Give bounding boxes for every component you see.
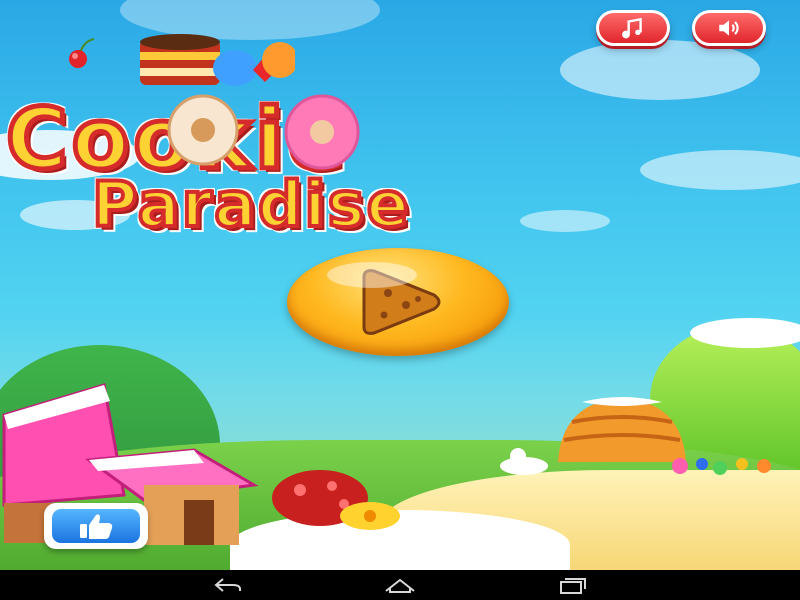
like-button[interactable]: [44, 503, 148, 549]
candy-balls: [672, 458, 771, 475]
cake-slice-icon: [140, 34, 295, 86]
back-button[interactable]: [208, 574, 248, 596]
recent-apps-button[interactable]: [552, 574, 592, 596]
like-button-face: [52, 509, 140, 543]
snowman-icon: [500, 448, 548, 475]
play-button[interactable]: [287, 248, 509, 356]
recent-apps-icon: [560, 578, 586, 594]
donut-icon: [284, 94, 360, 170]
donut-icon: [167, 94, 239, 166]
flower-icon: [340, 502, 400, 530]
android-navigation-bar: [0, 570, 800, 600]
game-logo: Cookie Paradise: [0, 30, 800, 243]
snow-cap: [690, 318, 800, 348]
cherry-icon: [69, 38, 95, 68]
home-icon: [385, 578, 415, 593]
thumbs-up-icon: [80, 514, 113, 539]
game-screen: Cookie Paradise: [0, 0, 800, 600]
back-icon: [214, 578, 241, 592]
logo-title-line2: Paradise: [90, 166, 411, 243]
play-button-shine: [327, 262, 417, 288]
home-button[interactable]: [380, 574, 420, 596]
